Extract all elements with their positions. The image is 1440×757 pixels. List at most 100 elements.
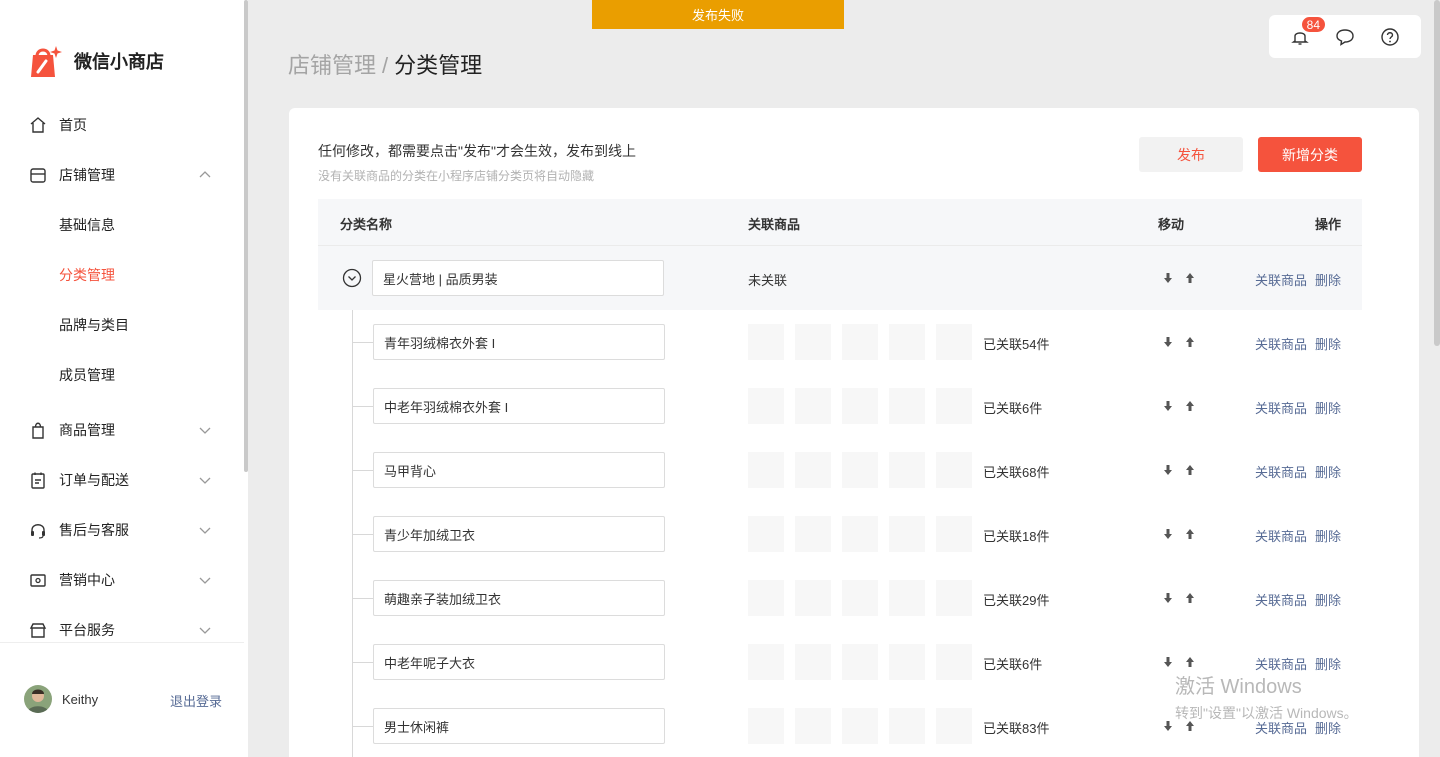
home-icon [28,115,48,135]
goods-thumbnail[interactable] [795,516,831,552]
delete-link[interactable]: 删除 [1315,590,1341,609]
goods-thumbnail[interactable] [795,452,831,488]
link-goods-link[interactable]: 关联商品 [1255,590,1307,609]
chevron-up-icon [199,171,211,178]
goods-thumbnail[interactable] [936,580,972,616]
goods-thumbnail[interactable] [889,388,925,424]
delete-link[interactable]: 删除 [1315,526,1341,545]
sidebar-item-goods[interactable]: 商品管理 [0,405,244,455]
goods-thumbnail[interactable] [842,452,878,488]
goods-thumbnail[interactable] [795,324,831,360]
brand[interactable]: 微信小商店 [24,42,164,80]
sidebar-subitem-members[interactable]: 成员管理 [0,350,244,400]
goods-thumbnail[interactable] [842,708,878,744]
breadcrumb-parent[interactable]: 店铺管理 [288,53,376,78]
goods-thumbnail[interactable] [936,708,972,744]
goods-thumbnail[interactable] [748,580,784,616]
delete-link[interactable]: 删除 [1315,334,1341,353]
goods-thumbnail[interactable] [795,708,831,744]
category-name-input[interactable] [373,452,665,488]
sidebar-subitem-basic-info[interactable]: 基础信息 [0,200,244,250]
sidebar-item-home[interactable]: 首页 [0,100,244,150]
goods-thumbnail[interactable] [936,388,972,424]
collapse-toggle-icon[interactable] [342,268,362,288]
category-name-input[interactable] [373,644,665,680]
goods-thumbnail[interactable] [936,516,972,552]
clipboard-icon [28,470,48,490]
category-name-input[interactable] [373,388,665,424]
top-tools: 84 [1269,15,1421,58]
move-up-icon[interactable] [1184,336,1196,348]
messages-button[interactable] [1334,26,1356,48]
publish-button[interactable]: 发布 [1139,137,1243,172]
goods-thumbnail[interactable] [748,388,784,424]
goods-thumbnail[interactable] [748,516,784,552]
goods-thumbnail[interactable] [748,708,784,744]
goods-thumbnail[interactable] [748,452,784,488]
goods-thumbnail[interactable] [889,580,925,616]
table-row: 已关联6件 关联商品删除 [318,374,1362,438]
sidebar-item-orders[interactable]: 订单与配送 [0,455,244,505]
move-down-icon[interactable] [1162,400,1174,412]
goods-thumbnail[interactable] [936,452,972,488]
move-up-icon[interactable] [1184,528,1196,540]
goods-thumbnail[interactable] [748,324,784,360]
breadcrumb-separator: / [382,53,389,78]
goods-thumbnail[interactable] [889,324,925,360]
notifications-button[interactable]: 84 [1289,15,1327,48]
delete-link[interactable]: 删除 [1315,398,1341,417]
page-scrollbar[interactable] [1434,0,1440,346]
avatar[interactable] [24,685,52,713]
move-down-icon[interactable] [1162,656,1174,668]
category-name-input[interactable] [373,580,665,616]
goods-thumbnail[interactable] [795,388,831,424]
goods-thumbnail[interactable] [842,324,878,360]
goods-thumbnail[interactable] [889,452,925,488]
move-up-icon[interactable] [1184,272,1196,284]
category-name-input[interactable] [372,260,664,296]
category-name-input[interactable] [373,708,665,744]
goods-thumbnail[interactable] [748,644,784,680]
link-goods-link[interactable]: 关联商品 [1255,462,1307,481]
goods-thumbnail[interactable] [842,388,878,424]
link-goods-link[interactable]: 关联商品 [1255,398,1307,417]
delete-link[interactable]: 删除 [1315,270,1341,289]
goods-thumbnail[interactable] [889,516,925,552]
goods-thumbnail[interactable] [795,644,831,680]
move-up-icon[interactable] [1184,592,1196,604]
goods-thumbnail[interactable] [889,708,925,744]
sidebar-item-marketing[interactable]: 营销中心 [0,555,244,605]
move-down-icon[interactable] [1162,272,1174,284]
move-down-icon[interactable] [1162,528,1174,540]
add-category-button[interactable]: 新增分类 [1258,137,1362,172]
move-up-icon[interactable] [1184,656,1196,668]
category-name-input[interactable] [373,324,665,360]
goods-thumbnail[interactable] [842,644,878,680]
goods-thumbnail[interactable] [842,580,878,616]
sidebar-scrollbar[interactable] [244,0,248,472]
sidebar-item-store[interactable]: 店铺管理 [0,150,244,200]
link-goods-link[interactable]: 关联商品 [1255,334,1307,353]
move-up-icon[interactable] [1184,464,1196,476]
goods-thumbnail[interactable] [936,644,972,680]
goods-thumbnail[interactable] [889,644,925,680]
goods-thumbnail[interactable] [936,324,972,360]
sidebar-subitem-brand[interactable]: 品牌与类目 [0,300,244,350]
watermark-line-2: 转到"设置"以激活 Windows。 [1175,705,1358,721]
move-down-icon[interactable] [1162,720,1174,732]
goods-thumbnail[interactable] [795,580,831,616]
link-goods-link[interactable]: 关联商品 [1255,526,1307,545]
move-up-icon[interactable] [1184,400,1196,412]
delete-link[interactable]: 删除 [1315,462,1341,481]
move-down-icon[interactable] [1162,464,1174,476]
sidebar-item-platform[interactable]: 平台服务 [0,605,244,655]
sidebar-subitem-category[interactable]: 分类管理 [0,250,244,300]
logout-link[interactable]: 退出登录 [170,691,222,710]
move-down-icon[interactable] [1162,592,1174,604]
move-down-icon[interactable] [1162,336,1174,348]
help-button[interactable] [1379,26,1401,48]
category-name-input[interactable] [373,516,665,552]
sidebar-item-aftersale[interactable]: 售后与客服 [0,505,244,555]
goods-thumbnail[interactable] [842,516,878,552]
link-goods-link[interactable]: 关联商品 [1255,270,1307,289]
